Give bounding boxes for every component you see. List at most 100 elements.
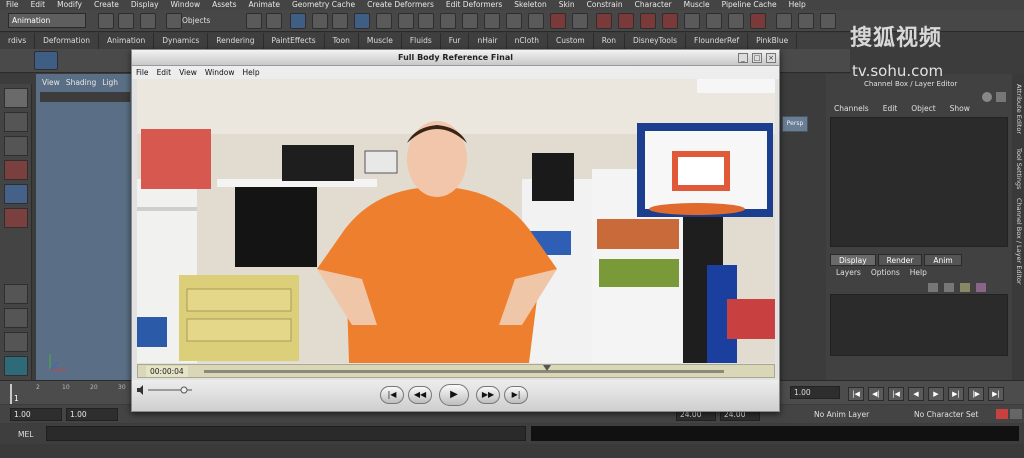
scrub-bar[interactable]: 00:00:04 <box>137 364 775 378</box>
move-up-icon[interactable] <box>960 283 970 292</box>
new-layer-icon[interactable] <box>928 283 938 292</box>
command-language-label[interactable]: MEL <box>18 430 33 439</box>
snap-magnet-icon[interactable] <box>618 13 634 29</box>
go-to-end-button[interactable]: ▶| <box>504 386 528 404</box>
rotate-tool-icon[interactable] <box>4 184 28 204</box>
player-menu-file[interactable]: File <box>136 66 149 79</box>
shelf-tab-rendering[interactable]: Rendering <box>208 33 264 49</box>
ipr-render-icon[interactable] <box>550 13 566 29</box>
menu-help[interactable]: Help <box>783 0 812 10</box>
select-component-icon[interactable] <box>290 13 306 29</box>
shelf-tab-nhair[interactable]: nHair <box>469 33 507 49</box>
current-frame-field[interactable]: 1.00 <box>790 386 840 399</box>
current-time-marker[interactable] <box>10 384 12 404</box>
play-backward-icon[interactable]: ◀ <box>908 387 924 401</box>
construction-history-icon[interactable] <box>440 13 456 29</box>
shelf-tab-dynamics[interactable]: Dynamics <box>154 33 209 49</box>
step-forward-key-icon[interactable]: |▶ <box>968 387 984 401</box>
layout-persp-icon[interactable] <box>4 356 28 376</box>
character-set-select[interactable]: No Character Set <box>900 408 992 421</box>
new-scene-icon[interactable] <box>98 13 114 29</box>
shelf-tab-animation[interactable]: Animation <box>99 33 155 49</box>
volume-slider[interactable] <box>136 385 196 395</box>
snap-curve-icon[interactable] <box>332 13 348 29</box>
shelf-tab-ron[interactable]: Ron <box>594 33 625 49</box>
shelf-tab-fur[interactable]: Fur <box>441 33 470 49</box>
command-input[interactable] <box>46 426 526 441</box>
player-title[interactable]: Full Body Reference Final <box>132 50 779 66</box>
minimize-button[interactable]: _ <box>738 53 748 63</box>
player-menu-edit[interactable]: Edit <box>157 66 172 79</box>
select-tool-icon[interactable] <box>4 88 28 108</box>
menu-window[interactable]: Window <box>165 0 207 10</box>
shelf-tab-deformation[interactable]: Deformation <box>35 33 99 49</box>
go-to-start-icon[interactable]: |◀ <box>848 387 864 401</box>
menu-constrain[interactable]: Constrain <box>581 0 629 10</box>
menu-character[interactable]: Character <box>629 0 678 10</box>
layer-tab-render[interactable]: Render <box>877 254 923 266</box>
channel-box-menu-object[interactable]: Object <box>911 104 935 113</box>
side-tab-channel-box[interactable]: Channel Box / Layer Editor <box>1013 198 1023 285</box>
scrub-track[interactable] <box>204 370 724 373</box>
manipulator-icon[interactable] <box>982 92 992 102</box>
history-icon[interactable] <box>418 13 434 29</box>
select-hierarchy-icon[interactable] <box>246 13 262 29</box>
persp-button[interactable]: Persp <box>782 116 808 132</box>
auto-key-icon[interactable] <box>996 409 1008 419</box>
shelf-tab-toon[interactable]: Toon <box>325 33 359 49</box>
soft-select-icon[interactable] <box>640 13 656 29</box>
menu-skeleton[interactable]: Skeleton <box>508 0 552 10</box>
render-frame-icon[interactable] <box>528 13 544 29</box>
menu-assets[interactable]: Assets <box>206 0 242 10</box>
snap-grid-icon[interactable] <box>312 13 328 29</box>
open-scene-icon[interactable] <box>118 13 134 29</box>
shelf-tab-subdivs[interactable]: rdivs <box>0 33 36 49</box>
snap-plane-icon[interactable] <box>376 13 392 29</box>
move-down-icon[interactable] <box>976 283 986 292</box>
menu-edit-deformers[interactable]: Edit Deformers <box>440 0 508 10</box>
lasso-tool-icon[interactable] <box>4 112 28 132</box>
selection-mode-icon[interactable] <box>166 13 182 29</box>
player-menu-view[interactable]: View <box>179 66 197 79</box>
render-view-icon[interactable] <box>506 13 522 29</box>
new-layer-selected-icon[interactable] <box>944 283 954 292</box>
layer-tab-anim[interactable]: Anim <box>924 254 962 266</box>
channel-box-menu-edit[interactable]: Edit <box>883 104 898 113</box>
channel-box-menu-channels[interactable]: Channels <box>834 104 869 113</box>
move-tool-icon[interactable] <box>4 160 28 180</box>
anim-layer-select[interactable]: No Anim Layer <box>800 408 886 421</box>
layer-tab-display[interactable]: Display <box>830 254 876 266</box>
viewport-menu-view[interactable]: View <box>42 78 60 92</box>
hypershade-icon[interactable] <box>798 13 814 29</box>
wireframe-icon[interactable] <box>750 13 766 29</box>
shelf-tab-flounderref[interactable]: FlounderRef <box>686 33 749 49</box>
channel-box-menu-show[interactable]: Show <box>950 104 970 113</box>
layout-outliner-icon[interactable] <box>4 332 28 352</box>
menu-modify[interactable]: Modify <box>51 0 88 10</box>
shelf-tab-fluids[interactable]: Fluids <box>402 33 441 49</box>
render-settings-icon[interactable] <box>572 13 588 29</box>
animation-start-field[interactable]: 1.00 <box>10 408 62 421</box>
xray-icon[interactable] <box>728 13 744 29</box>
close-button[interactable]: × <box>766 53 776 63</box>
speed-icon[interactable] <box>996 92 1006 102</box>
menu-edit[interactable]: Edit <box>25 0 52 10</box>
layer-menu-help[interactable]: Help <box>910 268 927 277</box>
symmetry-icon[interactable] <box>662 13 678 29</box>
snap-point-icon[interactable] <box>354 13 370 29</box>
magnet-icon[interactable] <box>596 13 612 29</box>
menu-display[interactable]: Display <box>125 0 165 10</box>
playback-start-field[interactable]: 1.00 <box>66 408 118 421</box>
viewport-icon-bar[interactable] <box>40 92 130 102</box>
shelf-tab-pinkblue[interactable]: PinkBlue <box>748 33 798 49</box>
layer-menu-options[interactable]: Options <box>871 268 900 277</box>
playhead-icon[interactable] <box>543 365 551 371</box>
render-icon[interactable] <box>776 13 792 29</box>
menu-muscle[interactable]: Muscle <box>678 0 716 10</box>
menu-set-select[interactable]: Animation <box>8 13 86 28</box>
shelf-tab-custom[interactable]: Custom <box>548 33 594 49</box>
step-forward-frame-icon[interactable]: ▶| <box>948 387 964 401</box>
scale-tool-icon[interactable] <box>4 208 28 228</box>
video-frame[interactable] <box>137 79 775 363</box>
maximize-button[interactable]: □ <box>752 53 762 63</box>
